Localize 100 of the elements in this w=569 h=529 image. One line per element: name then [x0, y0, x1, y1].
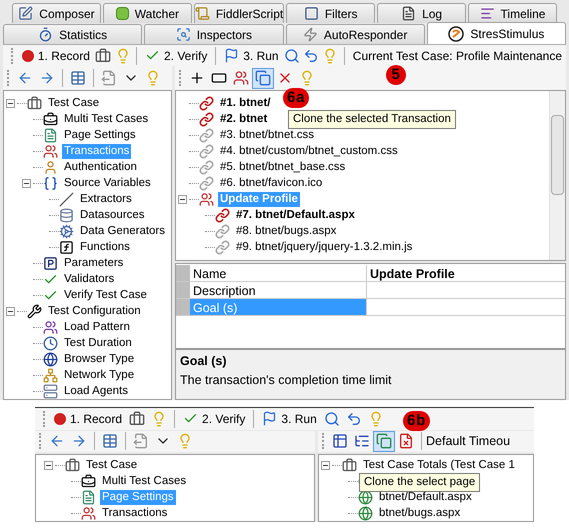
magnifier-icon — [176, 27, 191, 42]
link-icon — [199, 112, 214, 126]
function-icon — [59, 240, 74, 254]
tree-item[interactable]: Functions — [78, 240, 132, 254]
tree-item[interactable]: Network Type — [62, 368, 136, 382]
search-icon — [324, 410, 340, 427]
braces-icon — [43, 176, 58, 190]
tab[interactable]: Composer — [12, 3, 101, 23]
tooltip: Clone the select page — [359, 473, 480, 492]
tree-item[interactable]: Data Generators — [78, 224, 168, 238]
lightning-icon — [302, 27, 318, 42]
briefcase-icon — [95, 48, 112, 64]
toolbar-button[interactable]: 3. Run — [220, 46, 283, 66]
tree-item[interactable]: Multi Test Cases — [62, 112, 150, 126]
tree-item[interactable]: #5. btnet/btnet_base.css — [218, 160, 348, 174]
tree-item[interactable]: Extractors — [78, 192, 134, 206]
property-value[interactable]: Update Profile — [367, 265, 458, 281]
collapse-icon[interactable] — [321, 460, 330, 470]
tab[interactable]: Filters — [286, 3, 376, 23]
people-icon — [43, 320, 58, 334]
record-icon — [54, 412, 66, 425]
tree-item[interactable]: btnet/bugs.aspx — [377, 506, 462, 520]
database-icon — [59, 208, 74, 222]
collapse-icon[interactable] — [6, 306, 15, 316]
tree-item[interactable]: Test Duration — [62, 336, 134, 350]
briefcase-icon — [342, 458, 357, 472]
link-icon — [199, 128, 214, 142]
tab[interactable]: AutoResponder — [286, 24, 425, 44]
record-icon — [22, 50, 34, 62]
tree-item[interactable]: Test Configuration — [46, 304, 143, 318]
link-icon — [199, 144, 214, 158]
tree-item[interactable]: #4. btnet/custom/btnet_custom.css — [218, 144, 400, 158]
tree-item[interactable]: Source Variables — [62, 176, 153, 190]
toolbar-button[interactable]: 2. Verify — [179, 408, 250, 429]
tree-item[interactable]: #8. btnet/bugs.aspx — [234, 224, 338, 238]
page-icon — [43, 128, 58, 142]
tree-item[interactable]: #9. btnet/jquery/jquery-1.3.2.min.js — [234, 240, 414, 254]
tab[interactable]: Watcher — [102, 3, 192, 23]
people-icon — [233, 70, 249, 86]
tab[interactable]: Timeline — [468, 3, 557, 23]
tab[interactable]: Statistics — [3, 24, 142, 44]
globe-icon — [358, 506, 373, 520]
tree-item[interactable]: Validators — [62, 272, 116, 286]
tree-item[interactable]: Page Settings — [62, 128, 138, 142]
people-icon — [199, 192, 214, 206]
collapse-icon[interactable] — [22, 178, 31, 188]
tree-item[interactable]: Verify Test Case — [62, 288, 149, 302]
page-icon — [81, 490, 96, 504]
tab[interactable]: Inspectors — [144, 24, 284, 44]
tree-item[interactable]: #1. btnet/ — [218, 96, 272, 110]
scrollbar[interactable] — [549, 91, 565, 260]
tree-icon — [354, 433, 370, 450]
undo-icon — [346, 410, 362, 427]
link-icon — [215, 224, 230, 238]
description-title: Goal (s) — [180, 353, 228, 370]
flag-icon — [262, 411, 278, 426]
square-icon — [304, 6, 319, 21]
tab[interactable]: StresStimulus — [426, 22, 566, 44]
globe-icon — [43, 352, 58, 366]
tree-item[interactable]: #2. btnet — [218, 112, 270, 126]
tree-item[interactable]: Browser Type — [62, 352, 136, 366]
tooltip: Clone the selected Transaction — [288, 110, 456, 129]
tree-item[interactable]: Parameters — [62, 256, 126, 270]
table-icon — [332, 433, 348, 450]
tree-item[interactable]: #3. btnet/btnet.css — [218, 128, 316, 142]
table-icon — [102, 433, 118, 450]
stopwatch-icon — [38, 27, 54, 42]
tab[interactable]: Log — [377, 3, 466, 23]
toolbar-button[interactable]: 1. Record — [18, 46, 94, 66]
property-name[interactable]: Description — [190, 282, 367, 298]
person-icon — [43, 160, 58, 174]
tab[interactable]: FiddlerScript — [194, 3, 284, 23]
tree-item[interactable]: Test Case Totals (Test Case 1 — [361, 458, 517, 472]
collapse-icon[interactable] — [6, 98, 15, 108]
tree-item[interactable]: #6. btnet/favicon.ico — [218, 176, 324, 190]
toolbar-button[interactable]: 1. Record — [50, 408, 126, 429]
property-name[interactable]: Name — [190, 265, 367, 281]
collapse-icon[interactable] — [44, 460, 53, 470]
tree-item[interactable]: Test Case — [46, 96, 102, 110]
tree-item[interactable]: Load Agents — [62, 384, 130, 398]
tree-item[interactable]: Datasources — [78, 208, 147, 222]
search-icon — [284, 48, 300, 64]
tree-item[interactable]: Load Pattern — [62, 320, 132, 334]
collapse-icon[interactable] — [178, 194, 187, 204]
tree-item[interactable]: #7. btnet/Default.aspx — [234, 208, 357, 222]
wrench-icon — [27, 304, 42, 318]
tree-item[interactable]: Test Case — [84, 458, 140, 472]
logo-icon — [448, 26, 464, 42]
network-icon — [43, 368, 58, 382]
briefcase-icon — [43, 112, 58, 126]
current-test-case: Current Test Case: Profile Maintenance — [352, 48, 562, 64]
tree-item[interactable]: Transactions — [100, 506, 170, 520]
tree-item[interactable]: btnet/Default.aspx — [377, 490, 474, 504]
document-icon — [133, 433, 149, 450]
briefcase-icon — [65, 458, 80, 472]
toolbar-button[interactable]: 3. Run — [258, 408, 321, 429]
notepad-icon — [18, 6, 34, 21]
toolbar-button[interactable]: 2. Verify — [141, 46, 212, 66]
tree-item[interactable]: Authentication — [62, 160, 139, 174]
tree-item[interactable]: Multi Test Cases — [100, 474, 188, 488]
